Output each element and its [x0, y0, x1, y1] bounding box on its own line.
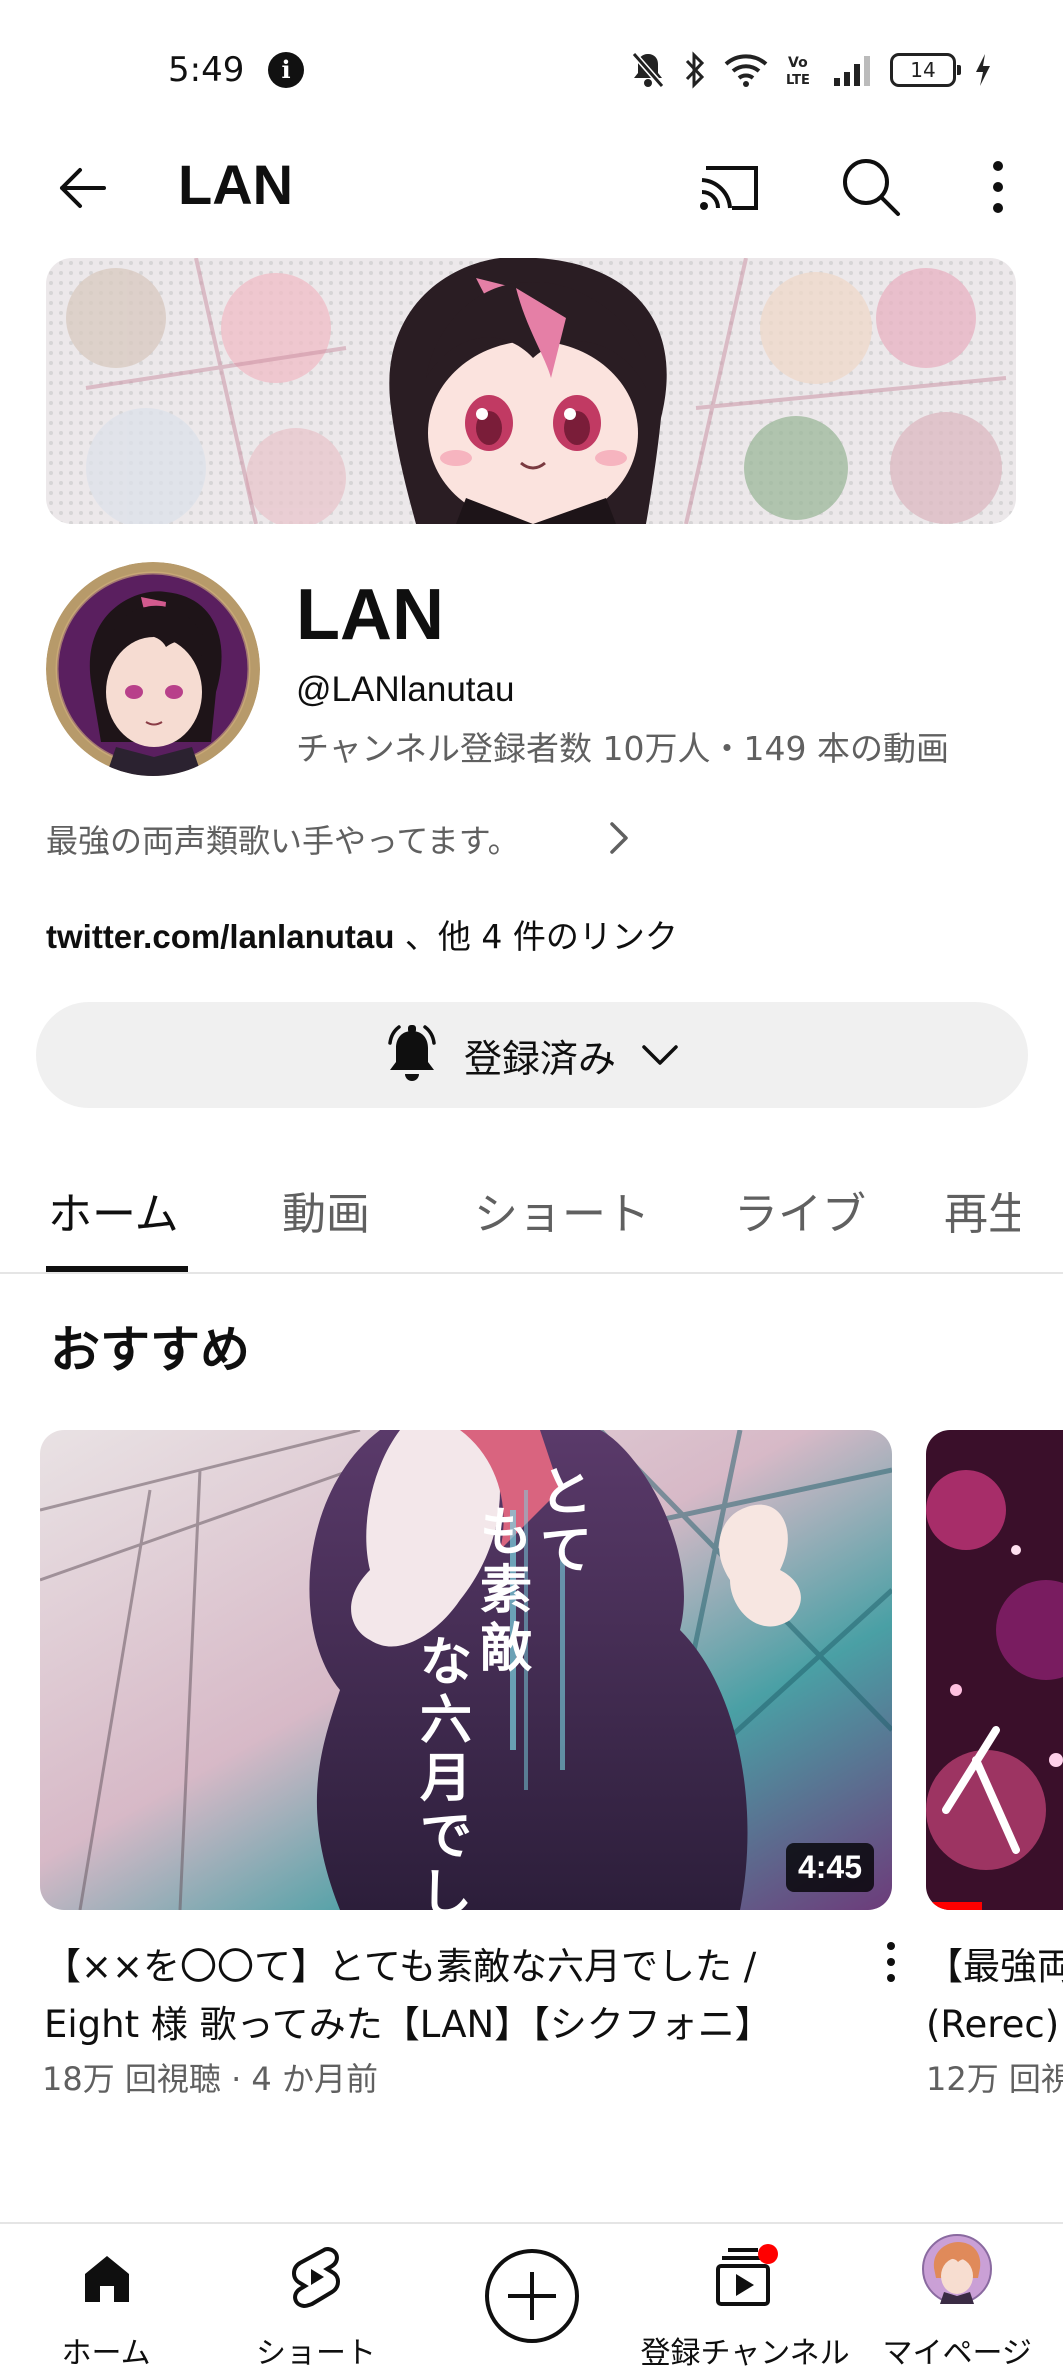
nav-you[interactable]: マイページ [882, 2224, 1032, 2371]
nav-you-label: マイページ [882, 2336, 1032, 2371]
section-title: おすすめ [50, 1321, 250, 1379]
volte-icon: Vo LTE [786, 55, 810, 88]
thumbnail-image: とても素敵な六月でした [40, 1430, 892, 1910]
back-arrow-icon[interactable] [52, 158, 112, 218]
video-title-2-line2: (Rerec) [926, 2003, 1060, 2046]
video-title[interactable]: 【××を〇〇て】とても素敵な六月でした / Eight 様 歌ってみた【LAN】… [44, 1938, 834, 2054]
signal-icon [834, 56, 870, 86]
video-more-icon[interactable] [876, 1938, 906, 1988]
nav-home-label: ホーム [61, 2336, 151, 2371]
nav-home[interactable]: ホーム [46, 2224, 166, 2371]
channel-banner [46, 258, 1016, 524]
tab-home[interactable]: ホーム [48, 1178, 179, 1242]
svg-text:LTE: LTE [786, 73, 810, 88]
watch-progress-bar [926, 1902, 982, 1910]
bottom-navigation: ホーム ショート 登録チャンネル マイページ [0, 2222, 1063, 2371]
battery-icon: 14 [890, 53, 961, 87]
mute-bell-icon [631, 52, 665, 88]
search-icon[interactable] [840, 156, 902, 218]
subscribed-button[interactable]: 登録済み [36, 1002, 1028, 1108]
home-icon [85, 2256, 129, 2302]
video-title-2[interactable]: 【最強両 (Rerec) [926, 1938, 1063, 2054]
video-meta-2: 12万 回視 [926, 2060, 1063, 2098]
avatar-image [46, 562, 260, 776]
banner-image [46, 258, 1016, 524]
video-thumbnail-2[interactable] [926, 1430, 1063, 1910]
channel-links[interactable]: twitter.com/lanlanutau 、他 4 件のリンク [46, 910, 678, 958]
notification-badge [758, 2244, 778, 2264]
video-title-2-line1: 【最強両 [926, 1945, 1063, 1988]
charging-icon [976, 54, 990, 86]
nav-create[interactable] [482, 2224, 582, 2366]
status-bar: 5:49 i Vo LTE 14 [0, 0, 1063, 140]
nav-shorts[interactable]: ショート [246, 2224, 386, 2371]
cast-icon[interactable] [698, 160, 762, 216]
shorts-icon [292, 2246, 340, 2308]
header-title: LAN [178, 153, 294, 216]
channel-link-main[interactable]: twitter.com/lanlanutau [46, 918, 394, 955]
active-tab-indicator [46, 1266, 188, 1272]
channel-link-more[interactable]: 、他 4 件のリンク [394, 917, 678, 956]
chevron-down-icon [642, 1045, 678, 1065]
channel-tabs: ホーム 動画 ショート ライブ 再生 [0, 1160, 1063, 1274]
tab-videos[interactable]: 動画 [282, 1178, 370, 1242]
channel-name: LAN [296, 575, 444, 655]
svg-text:Vo: Vo [788, 55, 808, 71]
nav-shorts-label: ショート [256, 2336, 376, 2371]
notification-bell-icon [388, 1025, 436, 1081]
create-icon [485, 2249, 579, 2343]
info-icon: i [268, 52, 304, 88]
status-icons: Vo LTE 14 [630, 48, 992, 92]
channel-meta: チャンネル登録者数 10万人・149 本の動画 [296, 729, 949, 768]
channel-description[interactable]: 最強の両声類歌い手やってます。 [46, 816, 520, 862]
subscriptions-icon [716, 2244, 778, 2306]
avatar-icon [922, 2234, 992, 2304]
tab-playlists[interactable]: 再生 [944, 1178, 1020, 1242]
chevron-right-icon[interactable] [604, 818, 634, 858]
video-thumbnail[interactable]: とても素敵な六月でした 4:45 [40, 1430, 892, 1910]
channel-handle: @LANlanutau [296, 670, 515, 709]
subscribed-label: 登録済み [463, 1036, 616, 1081]
tab-shorts[interactable]: ショート [474, 1178, 650, 1242]
nav-subscriptions-label: 登録チャンネル [640, 2336, 850, 2371]
tab-live[interactable]: ライブ [734, 1178, 866, 1242]
nav-subscriptions[interactable]: 登録チャンネル [640, 2224, 850, 2371]
wifi-icon [724, 54, 768, 87]
thumbnail-image-2 [926, 1430, 1063, 1910]
status-time: 5:49 [168, 50, 245, 90]
channel-avatar[interactable] [46, 562, 260, 776]
bluetooth-icon [685, 51, 705, 89]
video-duration: 4:45 [785, 1843, 874, 1892]
video-meta: 18万 回視聴 · 4 か月前 [42, 2060, 378, 2098]
more-vert-icon[interactable] [980, 156, 1016, 218]
